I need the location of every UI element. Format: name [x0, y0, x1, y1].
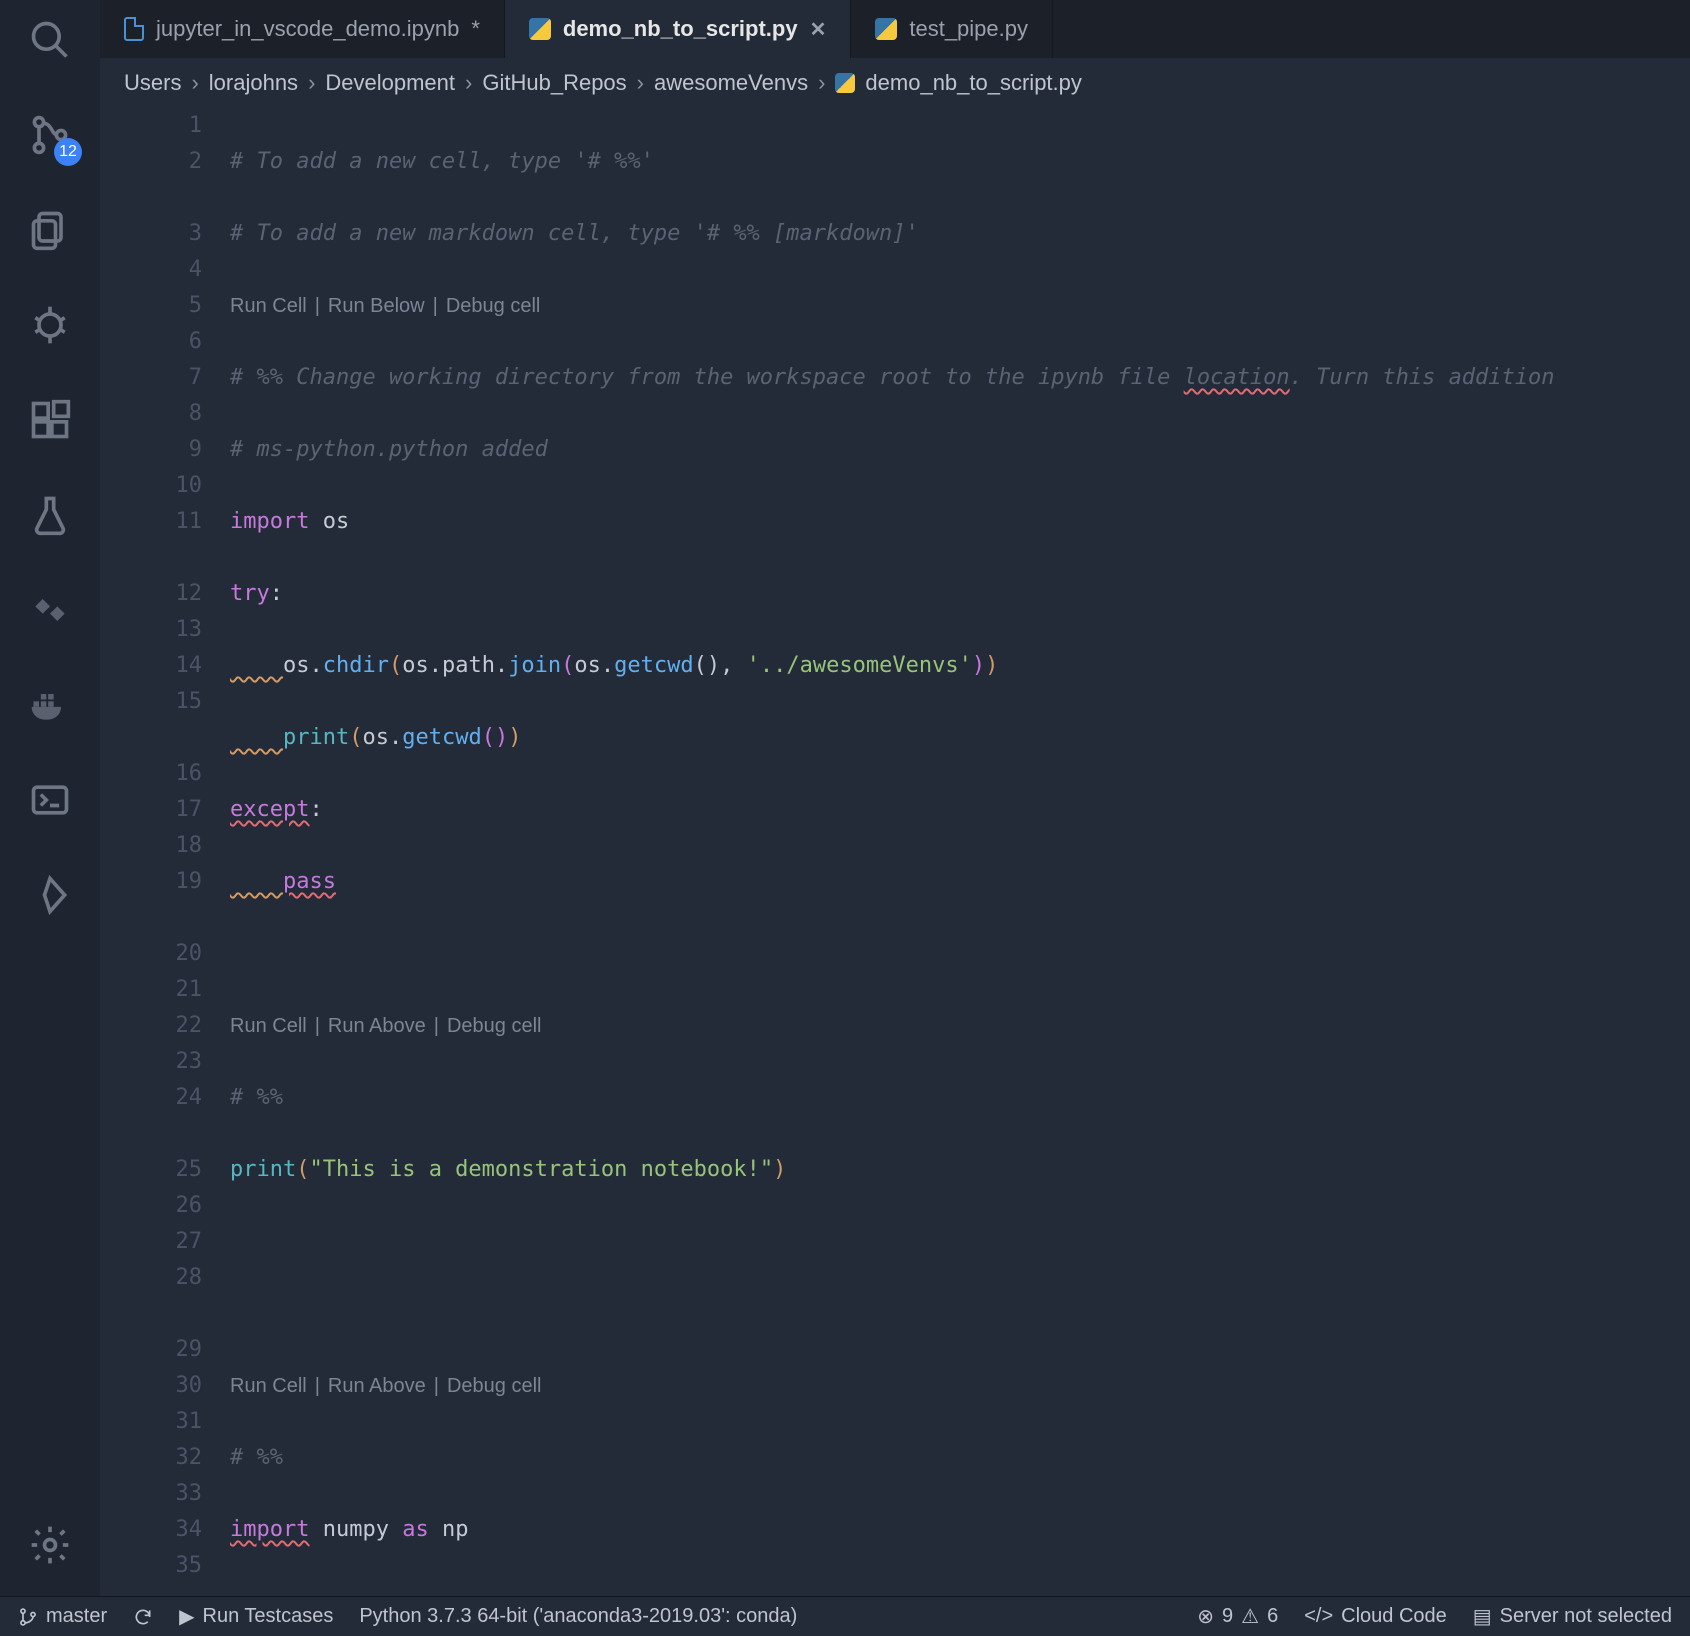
close-icon[interactable]: ✕ [810, 17, 827, 42]
code-editor[interactable]: 1 2 3 4 5 6 7 8 9 10 11 12 13 14 15 [100, 108, 1690, 1596]
code-line: # ms-python.python added [230, 432, 1690, 468]
app-root: 12 [0, 0, 1690, 1636]
main-row: 12 [0, 0, 1690, 1596]
chevron-icon: › [465, 70, 472, 96]
codelens[interactable]: Run Cell|Run Below|Debug cell [230, 288, 1690, 324]
code-line: # To add a new cell, type '# %%' [230, 144, 1690, 180]
explorer-icon[interactable] [28, 208, 72, 257]
code-line: os.chdir(os.path.join(os.getcwd(), '../a… [230, 648, 1690, 684]
code-line [230, 1296, 1690, 1332]
sync-icon[interactable] [133, 1607, 153, 1627]
terminal-icon[interactable] [28, 778, 72, 827]
scm-badge: 12 [54, 138, 82, 166]
code-line: try: [230, 576, 1690, 612]
codelens[interactable]: Run Cell|Run Above|Debug cell [230, 1008, 1690, 1044]
problems[interactable]: ⊗ 9 ⚠ 6 [1197, 1604, 1278, 1629]
code-line: # %% Change working directory from the w… [230, 360, 1690, 396]
run-testcases[interactable]: ▶ Run Testcases [179, 1604, 333, 1629]
beaker-icon[interactable] [28, 493, 72, 542]
python-interpreter[interactable]: Python 3.7.3 64-bit ('anaconda3-2019.03'… [359, 1605, 797, 1628]
code-line: # %% [230, 1440, 1690, 1476]
tab-label: jupyter_in_vscode_demo.ipynb [156, 16, 459, 42]
code-line: print(os.getcwd()) [230, 720, 1690, 756]
debug-icon[interactable] [28, 303, 72, 352]
play-icon: ▶ [179, 1604, 194, 1629]
breadcrumb-seg[interactable]: lorajohns [209, 70, 298, 96]
settings-gear-icon[interactable] [28, 1523, 72, 1572]
server-icon: ▤ [1473, 1604, 1492, 1629]
source-control-icon[interactable]: 12 [28, 113, 72, 162]
line-gutter: 1 2 3 4 5 6 7 8 9 10 11 12 13 14 15 [100, 108, 230, 1596]
chevron-icon: › [191, 70, 198, 96]
code-content[interactable]: # To add a new cell, type '# %%' # To ad… [230, 108, 1690, 1596]
tab-demo-script[interactable]: demo_nb_to_script.py ✕ [505, 0, 851, 58]
code-line: pass [230, 864, 1690, 900]
code-line [230, 1224, 1690, 1260]
git-branch[interactable]: master [18, 1605, 107, 1628]
bookmark-icon[interactable] [28, 588, 72, 637]
python-icon [875, 18, 897, 40]
breadcrumb-seg[interactable]: Development [325, 70, 455, 96]
chevron-icon: › [308, 70, 315, 96]
code-line: print("This is a demonstration notebook!… [230, 1152, 1690, 1188]
code-icon: </> [1304, 1605, 1333, 1628]
extensions-icon[interactable] [28, 398, 72, 447]
breadcrumb-file[interactable]: demo_nb_to_script.py [865, 70, 1081, 96]
chevron-icon: › [637, 70, 644, 96]
code-line: # %% [230, 1080, 1690, 1116]
tab-label: test_pipe.py [909, 16, 1028, 42]
search-icon[interactable] [28, 18, 72, 67]
error-icon: ⊗ [1197, 1604, 1214, 1629]
tab-bar: jupyter_in_vscode_demo.ipynb * demo_nb_to… [100, 0, 1690, 58]
tab-test-pipe[interactable]: test_pipe.py [851, 0, 1053, 58]
code-line: # To add a new markdown cell, type '# %%… [230, 216, 1690, 252]
jupyter-server[interactable]: ▤ Server not selected [1473, 1604, 1672, 1629]
code-line: import os [230, 504, 1690, 540]
file-icon [124, 17, 144, 41]
warning-icon: ⚠ [1241, 1604, 1259, 1629]
code-line: import numpy as np [230, 1512, 1690, 1548]
kite-icon[interactable] [28, 873, 72, 922]
breadcrumb-seg[interactable]: GitHub_Repos [482, 70, 626, 96]
tab-jupyter-ipynb[interactable]: jupyter_in_vscode_demo.ipynb * [100, 0, 505, 58]
python-icon [835, 73, 855, 93]
docker-icon[interactable] [28, 683, 72, 732]
codelens[interactable]: Run Cell|Run Above|Debug cell [230, 1368, 1690, 1404]
activity-bar: 12 [0, 0, 100, 1596]
breadcrumb[interactable]: Users › lorajohns › Development › GitHub_Re… [100, 58, 1690, 108]
code-line: except: [230, 792, 1690, 828]
code-line [230, 1584, 1690, 1596]
modified-dot: * [471, 16, 480, 42]
status-bar: master ▶ Run Testcases Python 3.7.3 64-b… [0, 1596, 1690, 1636]
code-line [230, 936, 1690, 972]
breadcrumb-seg[interactable]: awesomeVenvs [654, 70, 808, 96]
tab-label: demo_nb_to_script.py [563, 16, 798, 42]
breadcrumb-seg[interactable]: Users [124, 70, 181, 96]
chevron-icon: › [818, 70, 825, 96]
editor-area: jupyter_in_vscode_demo.ipynb * demo_nb_to… [100, 0, 1690, 1596]
python-icon [529, 18, 551, 40]
cloud-code[interactable]: </> Cloud Code [1304, 1605, 1447, 1628]
